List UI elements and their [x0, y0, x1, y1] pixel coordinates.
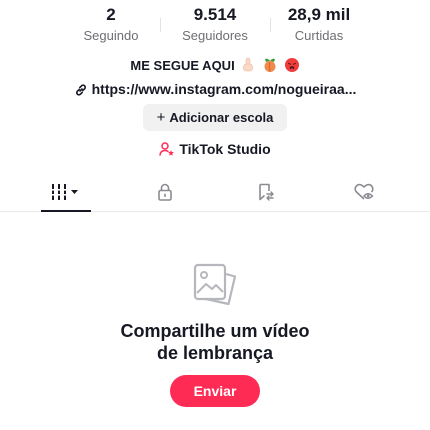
followers-stat[interactable]: 9.514 Seguidores — [166, 4, 264, 44]
peach-emoji — [262, 57, 278, 78]
likes-count: 28,9 mil — [287, 5, 351, 24]
likes-label: Curtidas — [294, 28, 344, 43]
divider — [270, 18, 271, 32]
profile-stats: 2 Seguindo 9.514 Seguidores 28,9 mil Cur… — [0, 0, 430, 48]
videos-tab[interactable] — [36, 172, 96, 212]
tiktok-studio-link[interactable]: TikTok Studio — [0, 139, 430, 159]
add-school-button[interactable]: + Adicionar escola — [143, 104, 287, 131]
lock-icon — [158, 183, 172, 201]
following-count: 2 — [106, 5, 116, 24]
heart-eye-icon — [354, 183, 374, 200]
empty-title-line-2: de lembrança — [156, 343, 274, 363]
link-text: https://www.instagram.com/nogueiraa... — [91, 81, 357, 97]
repost-bookmark-icon — [259, 183, 274, 201]
empty-title-line-1: Compartilhe um vídeo — [120, 321, 310, 341]
grid-filter-icon — [51, 183, 78, 200]
bio-text: ME SEGUE AQUI — [130, 58, 235, 73]
profile-tabs — [0, 172, 430, 212]
likes-stat[interactable]: 28,9 mil Curtidas — [276, 4, 362, 44]
studio-person-icon — [159, 142, 175, 156]
followers-count: 9.514 — [193, 5, 237, 24]
hot-face-emoji — [284, 57, 300, 78]
liked-tab[interactable] — [334, 172, 394, 211]
link-icon — [75, 84, 86, 96]
reposts-tab[interactable] — [236, 172, 296, 211]
plus-icon: + — [156, 109, 166, 126]
following-stat[interactable]: 2 Seguindo — [70, 4, 152, 44]
pointing-down-emoji — [240, 57, 256, 78]
studio-label: TikTok Studio — [179, 141, 271, 157]
followers-label: Seguidores — [182, 28, 248, 43]
private-tab[interactable] — [135, 172, 195, 211]
profile-bio: ME SEGUE AQUI — [0, 57, 430, 78]
empty-state-title: Compartilhe um vídeo de lembrança — [0, 320, 430, 364]
divider — [160, 18, 161, 32]
add-school-label: Adicionar escola — [169, 110, 274, 125]
profile-link[interactable]: https://www.instagram.com/nogueiraa... — [0, 79, 430, 99]
active-tab-indicator — [41, 210, 91, 212]
photo-stack-icon — [190, 262, 240, 315]
send-button[interactable]: Enviar — [170, 375, 260, 407]
following-label: Seguindo — [83, 28, 139, 43]
